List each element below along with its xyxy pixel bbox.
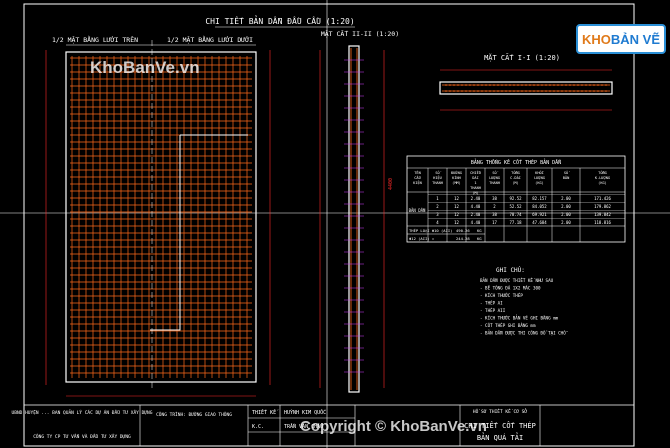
- table-cell: 2.40: [471, 212, 481, 217]
- table-cell: 4.40: [471, 204, 481, 209]
- table-total-unit: KG: [477, 228, 482, 233]
- section-i-label: MẶT CẮT I-I (1:20): [484, 53, 560, 62]
- table-header-cell: LƯỢNG: [489, 176, 500, 180]
- svg-text:K.C.: K.C.: [252, 424, 264, 430]
- table-cell: 52.52: [509, 204, 522, 209]
- main-title: CHI TIẾT BẢN DẪN ĐẦU CẦU (1:20): [205, 15, 354, 26]
- table-total-unit: KG: [477, 236, 482, 241]
- khobanve-logo: KHO BẢN VẼ: [576, 24, 666, 54]
- table-cell: 77.18: [509, 220, 522, 225]
- table-cell: 139.842: [594, 212, 611, 217]
- note-line: - KÍCH THƯỚC BẢN VẼ GHI BẰNG mm: [480, 316, 559, 321]
- table-cell: 92.52: [509, 196, 522, 201]
- note-line: - THÉP AII: [480, 308, 506, 313]
- table-header-cell: THANH: [470, 186, 481, 190]
- rebar-mesh: [70, 56, 252, 378]
- note-line: - BÊ TÔNG ĐÁ 1X2 MÁC 300: [480, 286, 541, 291]
- section-ii-slab: [348, 45, 360, 393]
- note-line: - BẢN DẪN ĐƯỢC THI CÔNG ĐỔ TẠI CHỖ: [480, 331, 568, 336]
- table-cell: 38: [492, 212, 497, 217]
- plan-bottom-label: 1/2 MẶT BẰNG LƯỚI DƯỚI: [167, 35, 253, 44]
- table-header-cell: (M): [512, 181, 519, 185]
- table-cell: 1: [436, 196, 439, 201]
- table-header-cell: SỐ: [564, 170, 570, 175]
- note-line: - THÉP AI: [480, 301, 503, 306]
- table-header-cell: SỐ: [435, 170, 441, 175]
- section-ii-label: MẶT CẮT II-II (1:20): [321, 29, 399, 38]
- table-cell: 118.816: [594, 220, 611, 225]
- table-header-cell: CẤU: [414, 175, 421, 180]
- table-header-cell: TÊN: [414, 170, 421, 175]
- table-cell: 84.052: [532, 204, 547, 209]
- table-cell: 82.157: [532, 196, 547, 201]
- watermark-top: KhoBanVe.vn: [90, 58, 200, 77]
- table-header-cell: KHỐI: [535, 170, 544, 175]
- table-header-cell: K.LƯỢNG: [595, 176, 610, 180]
- table-cell: 2: [493, 204, 496, 209]
- table-cell: 4.40: [471, 220, 481, 225]
- table-header-cell: CHIỀU: [470, 170, 481, 175]
- table-cell: 12: [454, 196, 459, 201]
- watermark-bottom: Copyright © KhoBanVe.vn: [300, 418, 487, 435]
- table-header-cell: BẢN: [563, 175, 570, 180]
- table-header-cell: DÀI: [472, 175, 479, 180]
- table-cell: 4: [436, 220, 439, 225]
- notes-title: GHI CHÚ:: [496, 267, 525, 274]
- table-header-cell: (KG): [598, 181, 607, 185]
- note-line: - CỐT THÉP GHI BẰNG mm: [480, 323, 536, 328]
- plan-top-label: 1/2 MẶT BẰNG LƯỚI TRÊN: [52, 35, 138, 44]
- section-i-slab: [439, 81, 613, 95]
- tb-owner: UBND HUYỆN ... BAN QUẢN LÝ CÁC DỰ ÁN ĐẦU…: [12, 408, 153, 416]
- tb-consultant: CÔNG TY CP TƯ VẤN VÀ ĐẦU TƯ XÂY DỰNG: [33, 433, 131, 440]
- table-cell: 69.921: [532, 212, 547, 217]
- table-cell: 12: [454, 220, 459, 225]
- table-cell: 171.426: [594, 196, 611, 201]
- table-header-cell: ĐƯỜNG: [451, 170, 462, 175]
- tb-drawing-no: HỒ SƠ THIẾT KẾ CƠ SỞ: [473, 407, 527, 415]
- table-header-cell: THANH: [489, 181, 500, 185]
- table-cell: 38: [492, 196, 497, 201]
- rebar-table: BẢNG THỐNG KÊ CỐT THÉP BẢN DẪN TÊNCẤUKIỆ…: [406, 155, 626, 243]
- table-cell: 12: [454, 204, 459, 209]
- svg-text:HUỲNH KIM QUỐC: HUỲNH KIM QUỐC: [284, 409, 326, 416]
- table-total-label: THÉP LOẠI Φ10 (AII): [409, 228, 452, 233]
- table-cell: 47.684: [532, 220, 547, 225]
- table-cell: 2.00: [561, 212, 571, 217]
- table-header-cell: TỔNG: [598, 170, 607, 175]
- table-header-cell: THANH: [432, 181, 443, 185]
- table-total-label: Φ12 (AII) =: [409, 236, 435, 241]
- table-cell: 2.00: [561, 220, 571, 225]
- tb-project: CÔNG TRÌNH: ĐƯỜNG GIAO THÔNG: [156, 411, 232, 418]
- table-header-cell: KÍNH: [452, 175, 461, 180]
- table-header-cell: TỔNG: [511, 170, 520, 175]
- table-cell: 12: [454, 212, 459, 217]
- table-title: BẢNG THỐNG KÊ CỐT THÉP BẢN DẪN: [471, 158, 561, 166]
- plan-outline: [65, 51, 257, 383]
- table-header-cell: HIỆU: [433, 175, 442, 180]
- table-cell: 179.862: [594, 204, 611, 209]
- table-header-cell: 1: [474, 181, 476, 185]
- table-total-value: 244.28: [456, 236, 470, 241]
- note-line: - KÍCH THƯỚC THÉP: [480, 293, 523, 298]
- table-cell: 2.00: [561, 196, 571, 201]
- table-header-cell: LƯỢNG: [534, 176, 545, 180]
- table-total-value: 490.26: [456, 228, 470, 233]
- table-cell: 17: [492, 220, 497, 225]
- table-cell: 2: [436, 204, 439, 209]
- svg-text:4400: 4400: [388, 178, 394, 190]
- table-header-cell: C.DÀI: [510, 175, 521, 180]
- table-cell: 2.40: [471, 196, 481, 201]
- table-header-cell: SỐ: [492, 170, 498, 175]
- svg-text:THIẾT KẾ: THIẾT KẾ: [252, 408, 279, 416]
- note-line: BẢN DẪN ĐƯỢC THIẾT KẾ NHƯ SAU: [480, 278, 554, 283]
- table-cell: 78.74: [509, 212, 522, 217]
- table-header-cell: KIỆN: [413, 180, 422, 185]
- table-header-cell: (MM): [452, 181, 461, 185]
- table-cell: 2.00: [561, 204, 571, 209]
- table-member: BẢN DẪN: [409, 208, 426, 213]
- table-header-cell: (KG): [535, 181, 544, 185]
